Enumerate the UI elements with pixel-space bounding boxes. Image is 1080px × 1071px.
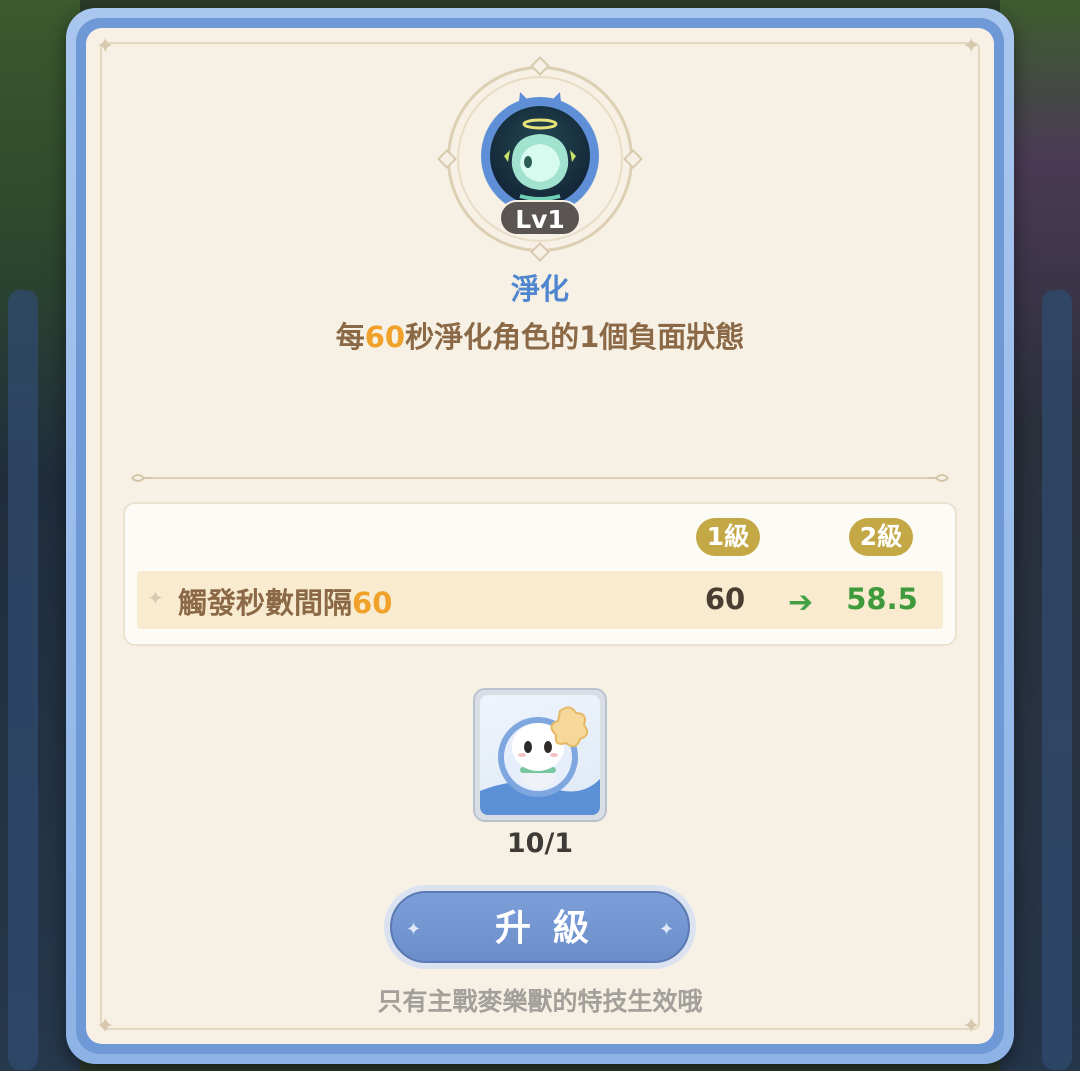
description-suffix: 秒淨化角色的1個負面狀態	[405, 320, 745, 354]
upgrade-button-label[interactable]: 升級	[392, 893, 692, 965]
description-prefix: 每	[335, 320, 365, 354]
stat-current-value: 60	[704, 582, 746, 616]
background-panel-right	[1042, 290, 1072, 1070]
white-mascot-icon[interactable]	[480, 695, 600, 815]
description-highlight-value: 60	[364, 320, 406, 354]
corner-ornament-icon: ✦	[962, 34, 981, 59]
stat-label-value: 60	[352, 586, 393, 620]
corner-ornament-icon: ✦	[96, 1014, 115, 1039]
skill-level-badge: Lv1	[499, 200, 581, 236]
arrow-right-icon: ➔	[788, 585, 814, 620]
row-bullet-icon: ✦	[147, 586, 164, 610]
stat-label: 觸發秒數間隔60	[178, 580, 392, 622]
current-level-pill: 1級	[696, 518, 760, 556]
corner-ornament-icon: ✦	[96, 34, 115, 59]
background-panel-left	[8, 290, 38, 1070]
section-divider	[131, 474, 949, 482]
footnote: 只有主戰麥樂獸的特技生效哦	[377, 987, 703, 1016]
purify-spirit-icon	[490, 106, 590, 206]
upgrade-button[interactable]: ✦ ✦ 升級	[384, 885, 696, 969]
skill-description: 每60秒淨化角色的1個負面狀態	[240, 314, 840, 356]
material-count: 10/1	[506, 828, 574, 859]
next-level-pill: 2級	[849, 518, 913, 556]
corner-ornament-icon: ✦	[962, 1014, 981, 1039]
stat-label-text: 觸發秒數間隔	[178, 586, 353, 620]
skill-name: 淨化	[510, 272, 569, 306]
upgrade-button-face[interactable]: ✦ ✦ 升級	[390, 891, 690, 963]
stat-next-value: 58.5	[846, 582, 918, 616]
